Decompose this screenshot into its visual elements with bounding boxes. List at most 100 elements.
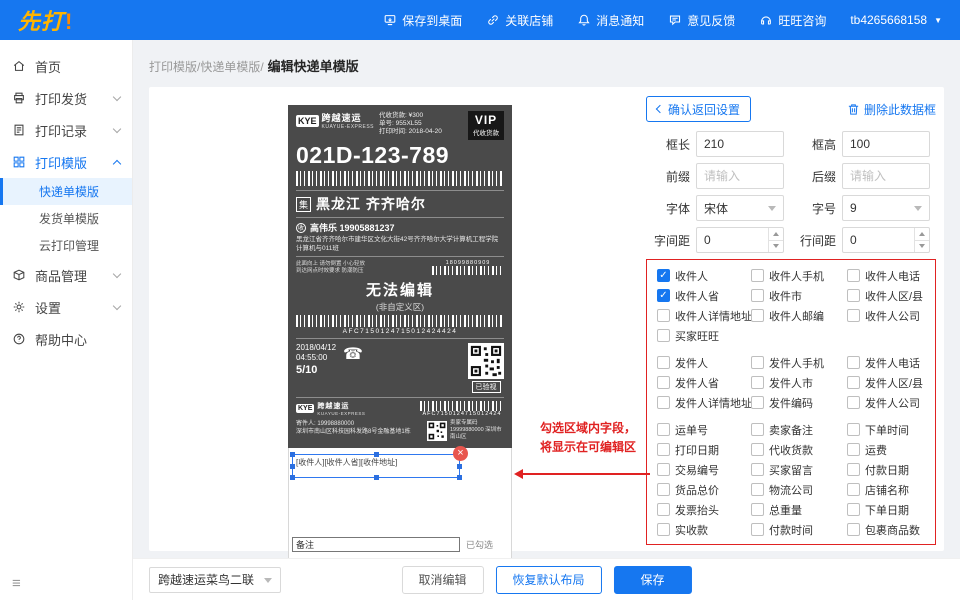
checkbox-icon[interactable] <box>657 309 670 322</box>
checkbox-icon[interactable] <box>657 463 670 476</box>
field-checkbox-item[interactable]: 发件人电话 <box>847 356 931 369</box>
box-height-input[interactable] <box>842 131 930 157</box>
char-spacing-stepper[interactable]: 0 <box>696 227 784 253</box>
step-up-button[interactable] <box>915 228 929 240</box>
template-select[interactable]: 跨越速运菜鸟二联 <box>149 567 281 593</box>
checkbox-icon[interactable] <box>751 463 764 476</box>
restore-default-button[interactable]: 恢复默认布局 <box>495 566 601 594</box>
field-checkbox-item[interactable]: 下单日期 <box>847 503 931 516</box>
checkbox-icon[interactable] <box>657 396 670 409</box>
sidebar-item-product-management[interactable]: 商品管理 <box>0 259 132 291</box>
field-checkbox-item[interactable]: 货品总价 <box>657 483 751 496</box>
field-checkbox-item[interactable]: 发件人区/县 <box>847 376 931 389</box>
field-checkbox-item[interactable]: 收件市 <box>751 289 847 302</box>
field-checkbox-item[interactable]: 收件人手机 <box>751 269 847 282</box>
checkbox-icon[interactable] <box>847 523 860 536</box>
field-checkbox-item[interactable]: 收件人区/县 <box>847 289 931 302</box>
field-checkbox-item[interactable]: 运费 <box>847 443 931 456</box>
link-shop-link[interactable]: 关联店铺 <box>486 12 553 29</box>
field-checkbox-item[interactable]: 下单时间 <box>847 423 931 436</box>
cancel-edit-button[interactable]: 取消编辑 <box>401 566 483 594</box>
field-checkbox-item[interactable]: 总重量 <box>751 503 847 516</box>
sidebar-item-print-ship[interactable]: 打印发货 <box>0 82 132 114</box>
sidebar-item-home[interactable]: 首页 <box>0 50 132 82</box>
checkbox-icon[interactable] <box>751 289 764 302</box>
field-checkbox-item[interactable]: 付款日期 <box>847 463 931 476</box>
step-down-button[interactable] <box>769 240 783 253</box>
font-size-select[interactable]: 9 <box>842 195 930 221</box>
remove-field-button[interactable]: × <box>453 446 468 461</box>
feedback-link[interactable]: 意见反馈 <box>668 12 735 29</box>
checkbox-icon[interactable] <box>751 423 764 436</box>
field-checkbox-item[interactable]: 发件人详情地址 <box>657 396 751 409</box>
checkbox-icon[interactable] <box>751 443 764 456</box>
sidebar-item-shipping-template[interactable]: 发货单模版 <box>0 205 132 232</box>
confirm-return-button[interactable]: 确认返回设置 <box>646 96 751 122</box>
checkbox-icon[interactable] <box>657 329 670 342</box>
field-checkbox-item[interactable]: 买家留言 <box>751 463 847 476</box>
checkbox-icon[interactable] <box>847 356 860 369</box>
checkbox-icon[interactable] <box>847 503 860 516</box>
field-checkbox-item[interactable]: 发件人手机 <box>751 356 847 369</box>
checkbox-icon[interactable] <box>657 483 670 496</box>
field-checkbox-item[interactable]: 收件人详情地址 <box>657 309 751 322</box>
resize-handle[interactable] <box>290 464 295 469</box>
checkbox-icon[interactable] <box>751 269 764 282</box>
checkbox-icon[interactable] <box>657 356 670 369</box>
step-up-button[interactable] <box>769 228 783 240</box>
field-checkbox-item[interactable]: 发票抬头 <box>657 503 751 516</box>
field-checkbox-item[interactable]: 打印日期 <box>657 443 751 456</box>
field-checkbox-item[interactable]: 店铺名称 <box>847 483 931 496</box>
field-checkbox-item[interactable]: 发件人省 <box>657 376 751 389</box>
checkbox-icon[interactable] <box>847 463 860 476</box>
resize-handle[interactable] <box>374 475 379 480</box>
app-logo[interactable]: 先打 ! <box>18 4 73 36</box>
checkbox-icon[interactable] <box>657 443 670 456</box>
remark-field[interactable]: 备注 <box>292 537 460 552</box>
account-menu[interactable]: tb4265668158 ▼ <box>850 13 942 27</box>
field-checkbox-item[interactable]: 收件人公司 <box>847 309 931 322</box>
field-checkbox-item[interactable]: 实收款 <box>657 523 751 536</box>
checkbox-icon[interactable] <box>847 443 860 456</box>
sidebar-item-cloud-print[interactable]: 云打印管理 <box>0 232 132 259</box>
save-button[interactable]: 保存 <box>614 566 692 594</box>
resize-handle[interactable] <box>457 464 462 469</box>
field-checkbox-item[interactable]: 发件人公司 <box>847 396 931 409</box>
wangwang-consult-link[interactable]: 旺旺咨询 <box>759 12 826 29</box>
checkbox-icon[interactable] <box>751 396 764 409</box>
checkbox-icon[interactable] <box>847 423 860 436</box>
box-width-input[interactable] <box>696 131 784 157</box>
suffix-input[interactable] <box>842 163 930 189</box>
checkbox-icon[interactable] <box>847 289 860 302</box>
sidebar-item-print-records[interactable]: 打印记录 <box>0 114 132 146</box>
checkbox-icon[interactable] <box>847 483 860 496</box>
checkbox-icon[interactable] <box>657 423 670 436</box>
editable-field-box[interactable]: [收件人][收件人省][收件地址] × <box>292 454 460 478</box>
resize-handle[interactable] <box>290 452 295 457</box>
save-to-desktop-link[interactable]: 保存到桌面 <box>383 12 462 29</box>
field-checkbox-item[interactable]: 包裹商品数 <box>847 523 931 536</box>
checkbox-icon[interactable] <box>847 376 860 389</box>
step-down-button[interactable] <box>915 240 929 253</box>
prefix-input[interactable] <box>696 163 784 189</box>
field-checkbox-item[interactable]: 付款时间 <box>751 523 847 536</box>
checkbox-checked-icon[interactable]: ✓ <box>657 269 670 282</box>
checkbox-icon[interactable] <box>751 309 764 322</box>
checkbox-icon[interactable] <box>657 523 670 536</box>
field-checkbox-item[interactable]: 交易编号 <box>657 463 751 476</box>
field-checkbox-item[interactable]: 代收货款 <box>751 443 847 456</box>
checkbox-icon[interactable] <box>751 523 764 536</box>
line-spacing-stepper[interactable]: 0 <box>842 227 930 253</box>
field-checkbox-item[interactable]: 发件编码 <box>751 396 847 409</box>
field-checkbox-item[interactable]: 收件人邮编 <box>751 309 847 322</box>
sidebar-item-print-templates[interactable]: 打印模版 <box>0 146 132 178</box>
field-checkbox-item[interactable]: 发件人 <box>657 356 751 369</box>
checkbox-icon[interactable] <box>751 483 764 496</box>
delete-databox-button[interactable]: 删除此数据框 <box>847 101 936 118</box>
field-checkbox-item[interactable]: 运单号 <box>657 423 751 436</box>
field-checkbox-item[interactable]: ✓收件人省 <box>657 289 751 302</box>
field-checkbox-item[interactable]: 物流公司 <box>751 483 847 496</box>
checkbox-icon[interactable] <box>657 376 670 389</box>
checkbox-checked-icon[interactable]: ✓ <box>657 289 670 302</box>
field-checkbox-item[interactable]: 发件人市 <box>751 376 847 389</box>
